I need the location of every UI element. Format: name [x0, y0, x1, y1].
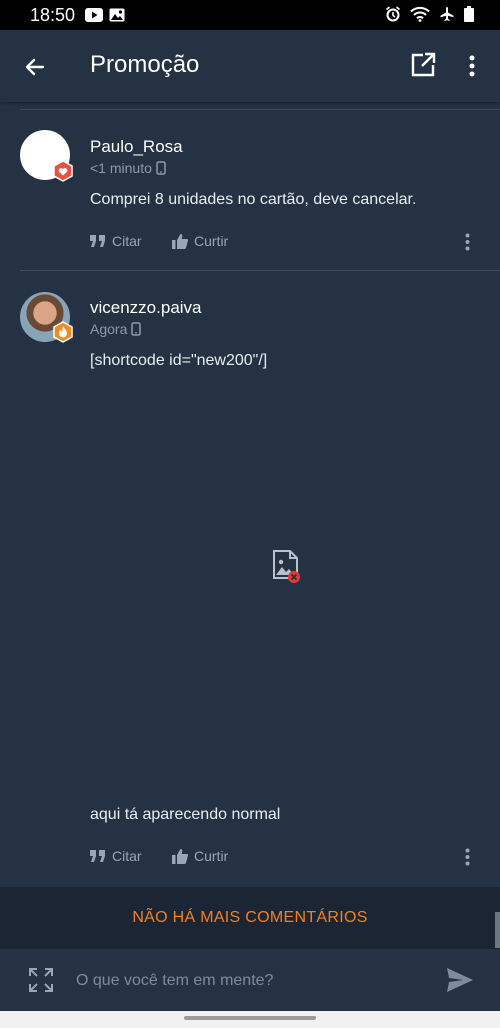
mobile-icon	[131, 322, 142, 336]
status-left-icons	[85, 8, 125, 22]
comment-menu-button[interactable]	[462, 231, 472, 253]
quote-button[interactable]: Citar	[90, 233, 142, 249]
comment-meta: <1 minuto	[90, 160, 166, 176]
quote-button[interactable]: Citar	[90, 848, 142, 864]
thumbs-up-icon	[172, 848, 188, 864]
send-button[interactable]	[446, 967, 474, 993]
system-nav-bar	[0, 1011, 500, 1028]
more-vert-icon	[465, 233, 469, 251]
send-icon	[447, 968, 473, 992]
thumbs-up-icon	[172, 233, 188, 249]
more-vert-icon	[469, 55, 475, 77]
comment-username[interactable]: vicenzzo.paiva	[90, 298, 202, 318]
heart-badge-icon	[53, 160, 73, 182]
expand-icon	[29, 968, 53, 992]
scrollbar-thumb[interactable]	[495, 912, 500, 948]
more-vert-icon	[465, 848, 469, 866]
back-arrow-icon	[25, 58, 45, 76]
broken-image-icon	[273, 550, 300, 583]
like-button[interactable]: Curtir	[172, 848, 228, 864]
comment-time: <1 minuto	[90, 160, 152, 176]
comment-menu-button[interactable]	[462, 846, 472, 868]
like-label: Curtir	[194, 233, 229, 249]
like-button[interactable]: Curtir	[172, 233, 228, 249]
quote-icon	[90, 235, 105, 247]
expand-button[interactable]	[28, 967, 54, 993]
comment-input[interactable]	[74, 965, 428, 997]
mobile-icon	[156, 161, 166, 175]
page-title: Promoção	[90, 51, 200, 78]
quote-label: Citar	[112, 233, 142, 249]
fire-badge-icon	[53, 321, 73, 343]
status-bar: 18:50	[0, 0, 500, 30]
comment-item: vicenzzo.paiva Agora [shortcode id="new2…	[0, 271, 500, 887]
back-button[interactable]	[20, 52, 50, 82]
no-more-comments-banner: NÃO HÁ MAIS COMENTÁRIOS	[0, 887, 500, 949]
battery-icon	[464, 6, 474, 22]
youtube-icon	[85, 8, 104, 22]
alarm-icon	[385, 6, 401, 22]
comment-text: Comprei 8 unidades no cartão, deve cance…	[90, 191, 417, 208]
status-right-icons	[385, 6, 474, 22]
app-bar: Promoção	[0, 30, 500, 102]
status-time: 18:50	[30, 4, 76, 25]
more-options-button[interactable]	[462, 52, 482, 80]
comment-item: Paulo_Rosa <1 minuto Comprei 8 unidades …	[0, 110, 500, 270]
open-external-icon	[411, 52, 436, 77]
comment-meta: Agora	[90, 321, 142, 337]
comment-time: Agora	[90, 321, 128, 337]
comment-composer	[0, 949, 500, 1011]
home-gesture-handle[interactable]	[184, 1016, 316, 1020]
comment-username[interactable]: Paulo_Rosa	[90, 137, 183, 157]
airplane-icon	[440, 7, 454, 21]
wifi-icon	[410, 6, 430, 22]
comment-text-after-image: aqui tá aparecendo normal	[90, 806, 281, 823]
open-external-button[interactable]	[410, 52, 438, 80]
comment-text: [shortcode id="new200"/]	[90, 352, 268, 369]
like-label: Curtir	[194, 848, 229, 864]
image-icon	[109, 8, 125, 22]
quote-label: Citar	[112, 848, 142, 864]
quote-icon	[90, 850, 105, 862]
